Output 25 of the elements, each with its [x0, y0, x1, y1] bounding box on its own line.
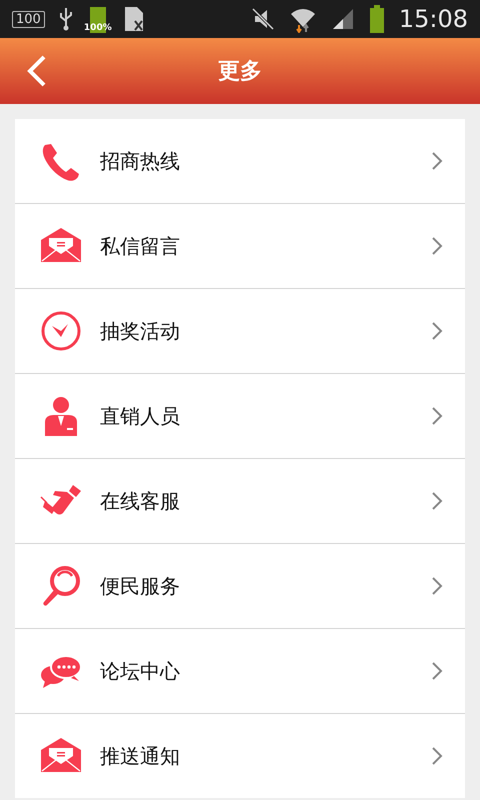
sim-card-icon — [122, 6, 145, 32]
clock-time: 15:08 — [398, 5, 468, 33]
chevron-icon — [431, 236, 443, 256]
chevron-icon — [431, 491, 443, 511]
menu-item[interactable]: 便民服务 — [15, 544, 465, 629]
notification-count: 100 — [12, 10, 45, 28]
menu-item[interactable]: 私信留言 — [15, 204, 465, 289]
menu-item[interactable]: 在线客服 — [15, 459, 465, 544]
chevron-icon — [431, 661, 443, 681]
chevron-icon — [431, 746, 443, 766]
menu-item[interactable]: 招商热线 — [15, 119, 465, 204]
menu-item[interactable]: 抽奖活动 — [15, 289, 465, 374]
menu-item[interactable]: 论坛中心 — [15, 629, 465, 714]
clock-icon — [39, 309, 83, 353]
mute-icon — [250, 7, 275, 31]
page-title: 更多 — [218, 58, 262, 86]
battery-icon — [368, 5, 385, 33]
chevron-icon — [431, 321, 443, 341]
signal-icon — [330, 7, 355, 31]
chevron-icon — [431, 151, 443, 171]
menu-item[interactable]: 直销人员 — [15, 374, 465, 459]
usb-icon — [58, 7, 73, 31]
chevron-icon — [431, 406, 443, 426]
chevron-icon — [431, 576, 443, 596]
menu-item[interactable]: 推送通知 — [15, 714, 465, 798]
